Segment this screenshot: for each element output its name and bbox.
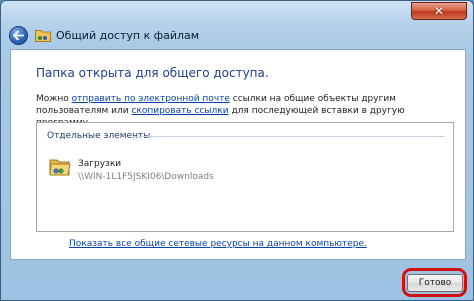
email-link[interactable]: отправить по электронной почте [72, 94, 230, 104]
file-sharing-icon [35, 28, 51, 42]
back-button[interactable] [9, 25, 28, 45]
window-title: Общий доступ к файлам [56, 28, 200, 42]
shared-items-list[interactable]: Отдельные элементы Загрузки \\WIN-1L1F5J… [36, 122, 454, 232]
done-button[interactable]: Готово [407, 274, 463, 292]
folder-icon [49, 159, 71, 176]
back-arrow-icon [13, 30, 24, 40]
copy-links-link[interactable]: скопировать ссылки [131, 106, 228, 116]
item-name: Загрузки [78, 159, 122, 169]
title-bar: Общий доступ к файлам [9, 25, 199, 45]
close-icon: ✕ [433, 4, 445, 18]
page-title: Папка открыта для общего доступа. [36, 66, 269, 80]
dialog-content: Папка открыта для общего доступа. Можно … [10, 49, 466, 260]
description-prefix: Можно [36, 94, 72, 104]
dialog-footer [10, 260, 466, 298]
share-dialog-window: ✕ Общий доступ к файлам Папка открыта дл… [0, 0, 474, 301]
close-button[interactable]: ✕ [411, 2, 467, 20]
group-divider [133, 136, 445, 137]
show-all-shares-link[interactable]: Показать все общие сетевые ресурсы на да… [69, 239, 367, 249]
item-path: \\WIN-1L1F5JSKI06\Downloads [78, 172, 214, 182]
